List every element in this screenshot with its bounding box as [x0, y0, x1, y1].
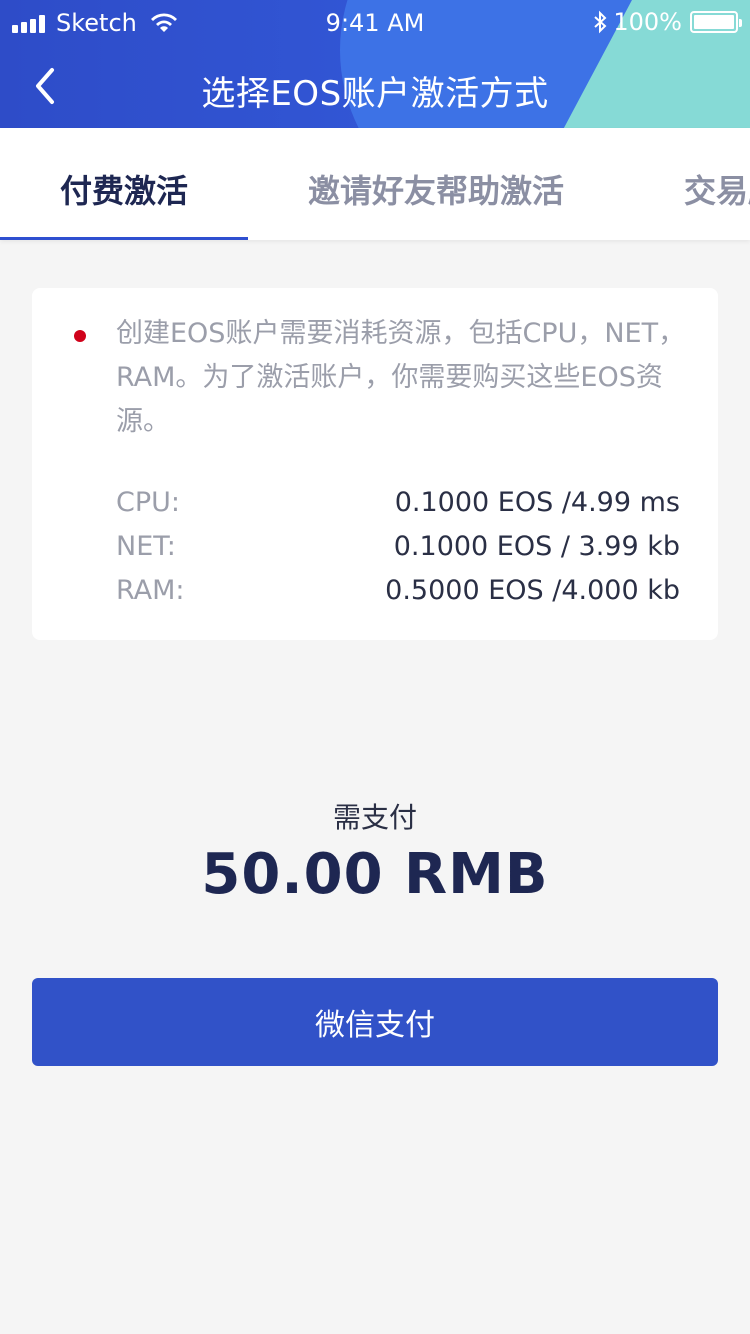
payment-label: 需支付: [332, 801, 417, 834]
resource-value: 0.5000 EOS /4.000 kb: [385, 574, 680, 606]
resource-info-card: 创建EOS账户需要消耗资源，包括CPU，NET，RAM。为了激活账户，你需要购买…: [32, 288, 718, 640]
page-title: 选择EOS账户激活方式: [201, 74, 549, 114]
tab-exchange[interactable]: 交易所: [684, 166, 750, 212]
tab-invite-friend[interactable]: 邀请好友帮助激活: [308, 166, 564, 212]
resource-label: CPU:: [116, 486, 180, 518]
resource-description: 创建EOS账户需要消耗资源，包括CPU，NET，RAM。为了激活账户，你需要购买…: [116, 318, 686, 437]
resource-value: 0.1000 EOS /4.99 ms: [394, 486, 680, 518]
resource-row-ram: RAM: 0.5000 EOS /4.000 kb: [116, 568, 680, 612]
resource-label: NET:: [116, 530, 176, 562]
resource-value: 0.1000 EOS / 3.99 kb: [393, 530, 680, 562]
payment-amount: 50.00 RMB: [201, 842, 549, 907]
wechat-pay-button[interactable]: 微信支付: [32, 978, 718, 1066]
resource-label: RAM:: [116, 574, 185, 606]
battery-icon: [690, 11, 742, 33]
battery-percentage: 100%: [613, 8, 682, 36]
navigation-bar: 选择EOS账户激活方式: [0, 44, 750, 128]
resource-row-net: NET: 0.1000 EOS / 3.99 kb: [116, 524, 680, 568]
bullet-dot-icon: [74, 330, 86, 342]
status-bar: Sketch 9:41 AM 100%: [0, 0, 750, 44]
status-right: 100%: [593, 8, 742, 36]
resource-row-cpu: CPU: 0.1000 EOS /4.99 ms: [116, 480, 680, 524]
active-tab-indicator: [0, 237, 248, 240]
tab-paid-activation[interactable]: 付费激活: [60, 166, 188, 212]
tab-bar: 付费激活 邀请好友帮助激活 交易所: [0, 128, 750, 240]
app-header: Sketch 9:41 AM 100% 选择EOS账户激活方式: [0, 0, 750, 128]
bluetooth-icon: [594, 10, 607, 34]
